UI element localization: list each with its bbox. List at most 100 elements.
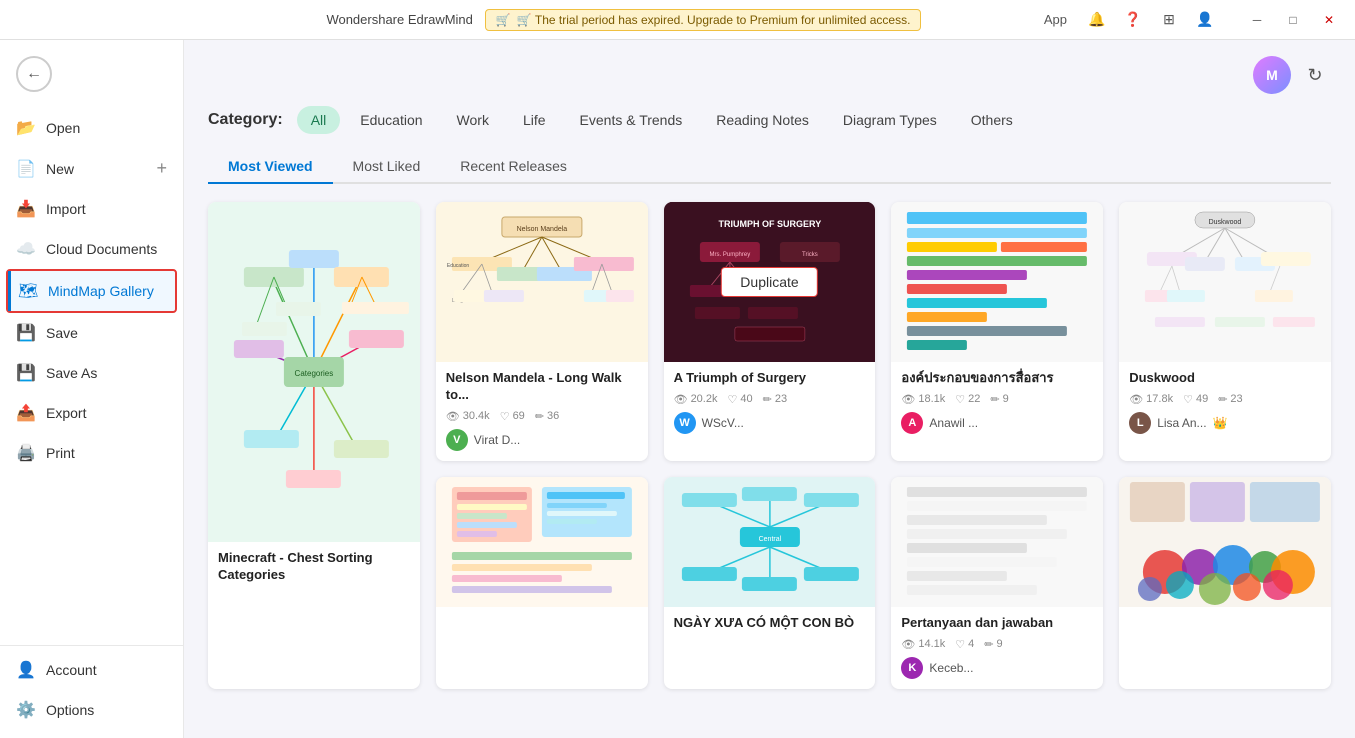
author-name: Keceb... [929, 661, 973, 675]
category-work[interactable]: Work [443, 106, 503, 134]
sidebar-item-gallery[interactable]: 🗺 MindMap Gallery [6, 269, 177, 313]
card-title: Pertanyaan dan jawaban [901, 615, 1093, 632]
duplicate-button[interactable]: Duplicate [721, 267, 817, 297]
card-title [1129, 615, 1321, 631]
save-icon: 💾 [16, 323, 36, 343]
views-icon: 👁 [446, 410, 460, 423]
user-avatar[interactable]: M [1253, 56, 1291, 94]
gallery-card-nelson[interactable]: Nelson Mandela Education Long Walk... [436, 202, 648, 461]
gallery-card-minecraft[interactable]: Categories [208, 202, 420, 689]
category-diagram-types[interactable]: Diagram Types [829, 106, 951, 134]
sidebar-top: ← [0, 48, 183, 100]
sidebar-label-print: Print [46, 445, 75, 461]
svg-text:Categories: Categories [295, 369, 334, 378]
card-body: Minecraft - Chest Sorting Categories [208, 542, 420, 600]
views-icon: 👁 [1129, 393, 1143, 406]
maximize-button[interactable]: □ [1279, 6, 1307, 34]
mindmap-graphic: Nelson Mandela Education Long Walk... [436, 202, 648, 362]
edit-icon: ✏ [763, 393, 772, 406]
heart-icon: ♡ [1183, 393, 1193, 406]
sidebar-item-export[interactable]: 📤 Export [0, 393, 183, 433]
card-thumbnail: Nelson Mandela Education Long Walk... [436, 202, 648, 362]
gallery-card-ngay-xua[interactable]: Central [664, 477, 876, 689]
category-life[interactable]: Life [509, 106, 560, 134]
category-all[interactable]: All [297, 106, 341, 134]
user-menu-button[interactable]: 👤 [1191, 6, 1219, 34]
refresh-button[interactable]: ↻ [1299, 59, 1331, 91]
views-stat: 👁14.1k [901, 638, 945, 651]
tab-most-viewed[interactable]: Most Viewed [208, 150, 333, 182]
trial-banner[interactable]: 🛒 🛒 The trial period has expired. Upgrad… [485, 9, 922, 31]
back-button[interactable]: ← [16, 56, 52, 92]
gallery-card-suesarn[interactable]: องค์ประกอบของการสื่อสาร 👁18.1k ♡22 ✏9 A … [891, 202, 1103, 461]
edits-stat: ✏36 [535, 410, 559, 423]
sidebar-label-export: Export [46, 405, 86, 421]
sidebar-label-account: Account [46, 662, 97, 678]
category-events[interactable]: Events & Trends [566, 106, 697, 134]
sidebar-item-print[interactable]: 🖨️ Print [0, 433, 183, 473]
card-stats: 👁20.2k ♡40 ✏23 [674, 393, 866, 406]
card-title: องค์ประกอบของการสื่อสาร [901, 370, 1093, 387]
minimize-button[interactable]: ─ [1243, 6, 1271, 34]
bell-icon[interactable]: 🔔 [1083, 6, 1111, 34]
main-layout: ← 📂 Open 📄 New + 📥 Import ☁️ Cloud Docum… [0, 40, 1355, 738]
author-name: Anawil ... [929, 416, 978, 430]
sidebar-label-open: Open [46, 120, 80, 136]
author-avatar: A [901, 412, 923, 434]
print-icon: 🖨️ [16, 443, 36, 463]
sidebar-item-account[interactable]: 👤 Account [0, 650, 183, 690]
tab-recent-releases[interactable]: Recent Releases [440, 150, 587, 182]
card-thumbnail [1119, 477, 1331, 607]
gallery-card-circles[interactable] [1119, 477, 1331, 689]
apps-grid-button[interactable]: ⊞ [1155, 6, 1183, 34]
sidebar-item-open[interactable]: 📂 Open [0, 108, 183, 148]
gallery-card-surgery[interactable]: ♡ TRIUMPH OF SURGERY Mrs. Pumphrey Trick… [664, 202, 876, 461]
app-button[interactable]: App [1036, 6, 1075, 34]
close-button[interactable]: ✕ [1315, 6, 1343, 34]
card-body: NGÀY XƯA CÓ MỘT CON BÒ [664, 607, 876, 648]
gallery-card-bottom-left[interactable] [436, 477, 648, 689]
sidebar-item-save-as[interactable]: 💾 Save As [0, 353, 183, 393]
card-body: Pertanyaan dan jawaban 👁14.1k ♡4 ✏9 K Ke… [891, 607, 1103, 689]
card-thumbnail: Duskwood [1119, 202, 1331, 362]
mindmap-graphic [436, 477, 648, 607]
svg-text:Central: Central [758, 536, 781, 543]
help-button[interactable]: ❓ [1119, 6, 1147, 34]
sidebar-item-new[interactable]: 📄 New + [0, 148, 183, 189]
card-stats: 👁17.8k ♡49 ✏23 [1129, 393, 1321, 406]
views-stat: 👁17.8k [1129, 393, 1173, 406]
card-title: Duskwood [1129, 370, 1321, 387]
sidebar-item-import[interactable]: 📥 Import [0, 189, 183, 229]
sidebar-item-save[interactable]: 💾 Save [0, 313, 183, 353]
svg-text:Education: Education [447, 263, 469, 269]
category-others[interactable]: Others [957, 106, 1027, 134]
heart-icon: ♡ [727, 393, 737, 406]
edit-icon: ✏ [990, 393, 999, 406]
category-reading-notes[interactable]: Reading Notes [702, 106, 823, 134]
card-body: Duskwood 👁17.8k ♡49 ✏23 L Lisa An... 👑 [1119, 362, 1331, 444]
edit-icon: ✏ [535, 410, 544, 423]
gallery-card-duskwood[interactable]: Duskwood [1119, 202, 1331, 461]
card-body: องค์ประกอบของการสื่อสาร 👁18.1k ♡22 ✏9 A … [891, 362, 1103, 444]
gallery-card-pertanyaan[interactable]: Pertanyaan dan jawaban 👁14.1k ♡4 ✏9 K Ke… [891, 477, 1103, 689]
mindmap-graphic: Categories [208, 202, 420, 542]
views-icon: 👁 [901, 638, 915, 651]
mindmap-graphic: Central [664, 477, 876, 607]
sidebar-item-cloud[interactable]: ☁️ Cloud Documents [0, 229, 183, 269]
author-name: WScV... [702, 416, 744, 430]
views-stat: 👁18.1k [901, 393, 945, 406]
category-education[interactable]: Education [346, 106, 436, 134]
sidebar-item-options[interactable]: ⚙️ Options [0, 690, 183, 730]
heart-icon: ♡ [955, 393, 965, 406]
card-thumbnail: TRIUMPH OF SURGERY Mrs. Pumphrey Tricks [664, 202, 876, 362]
mindmap-graphic: Duskwood [1119, 202, 1331, 362]
sort-tabs: Most Viewed Most Liked Recent Releases [208, 150, 1331, 184]
likes-stat: ♡4 [955, 638, 974, 651]
edit-icon: ✏ [1218, 393, 1227, 406]
author-name: Lisa An... [1157, 416, 1206, 430]
gallery-grid: Categories [208, 202, 1331, 689]
tab-most-liked[interactable]: Most Liked [333, 150, 441, 182]
account-icon: 👤 [16, 660, 36, 680]
sidebar-label-gallery: MindMap Gallery [48, 283, 154, 299]
edits-stat: ✏23 [763, 393, 787, 406]
